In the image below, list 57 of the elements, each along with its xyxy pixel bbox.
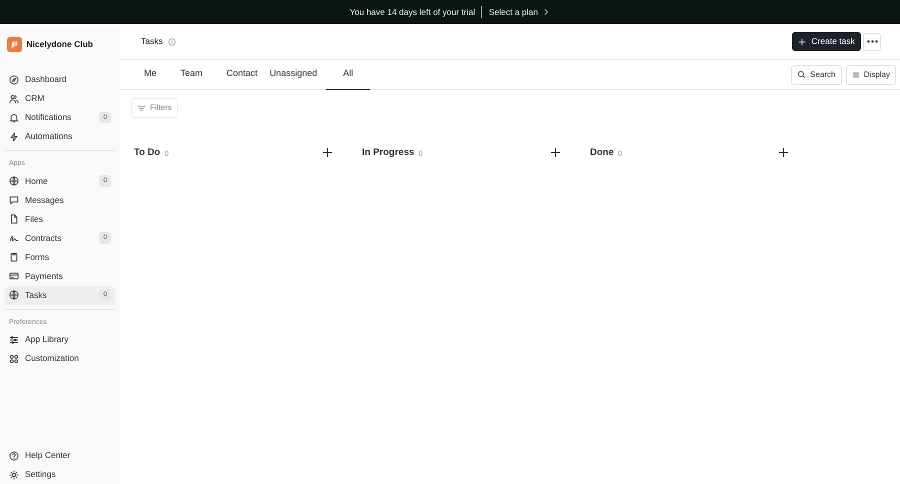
columns-icon bbox=[852, 70, 860, 78]
sidebar-item[interactable]: Payments bbox=[5, 266, 115, 286]
credit-card-icon bbox=[9, 271, 19, 281]
file-icon bbox=[9, 214, 19, 224]
filters-button[interactable]: Filters bbox=[131, 98, 178, 118]
sidebar-item[interactable]: Help Center bbox=[5, 446, 115, 465]
grid-icon bbox=[9, 354, 19, 364]
sidebar-item[interactable]: Messages bbox=[5, 190, 115, 210]
globe-icon bbox=[9, 176, 19, 186]
sidebar-item[interactable]: Dashboard bbox=[5, 70, 115, 89]
sidebar-item[interactable]: Settings bbox=[5, 465, 115, 484]
help-icon bbox=[9, 450, 19, 460]
signature-icon bbox=[9, 233, 19, 243]
add-task-button[interactable] bbox=[322, 147, 334, 160]
compass-icon bbox=[9, 74, 19, 84]
lightning-icon bbox=[9, 132, 19, 142]
ellipsis-icon bbox=[866, 40, 878, 43]
info-icon bbox=[168, 38, 176, 46]
clipboard-icon bbox=[9, 252, 19, 262]
trial-message: You have 14 days left of your trial bbox=[350, 6, 476, 18]
plus-icon bbox=[322, 147, 333, 158]
tab[interactable]: Contact bbox=[214, 60, 270, 90]
tab[interactable]: Team bbox=[168, 60, 215, 90]
plus-icon bbox=[550, 147, 561, 158]
chevron-right-icon bbox=[542, 8, 550, 16]
page-title: Tasks bbox=[141, 35, 163, 48]
column-title: In Progress bbox=[362, 146, 414, 160]
create-task-button[interactable]: Create task bbox=[792, 32, 861, 51]
more-options-button[interactable] bbox=[863, 32, 881, 50]
search-icon bbox=[797, 70, 806, 79]
globe-icon bbox=[9, 290, 19, 300]
filter-icon bbox=[137, 104, 146, 112]
tab[interactable]: Unassigned bbox=[270, 60, 326, 90]
tab[interactable]: Me bbox=[132, 60, 169, 90]
display-button[interactable]: Display bbox=[846, 64, 896, 84]
column-title: Done bbox=[590, 146, 614, 160]
plus-icon bbox=[778, 147, 789, 158]
column-title: To Do bbox=[134, 146, 160, 160]
sidebar-item[interactable]: Files bbox=[5, 210, 115, 228]
users-icon bbox=[9, 94, 19, 104]
bell-icon bbox=[9, 112, 19, 122]
sliders-icon bbox=[9, 334, 19, 344]
logo-icon bbox=[7, 36, 22, 52]
plus-icon bbox=[798, 38, 806, 46]
sidebar-item[interactable]: Automations bbox=[5, 127, 115, 146]
select-plan-link[interactable]: Select a plan bbox=[488, 6, 550, 18]
sidebar-item[interactable]: Forms bbox=[5, 248, 115, 266]
add-task-button[interactable] bbox=[550, 147, 562, 160]
search-button[interactable]: Search bbox=[791, 64, 842, 84]
sidebar-item[interactable]: Customization bbox=[5, 349, 115, 368]
workspace-name: Nicelydone Club bbox=[26, 38, 93, 50]
sidebar-item[interactable]: App Library bbox=[5, 330, 115, 349]
chat-bubble-icon bbox=[9, 195, 19, 205]
settings-icon bbox=[9, 470, 19, 480]
tab[interactable]: All bbox=[326, 60, 370, 90]
sidebar-item[interactable]: CRM bbox=[5, 89, 115, 108]
add-task-button[interactable] bbox=[778, 147, 790, 160]
